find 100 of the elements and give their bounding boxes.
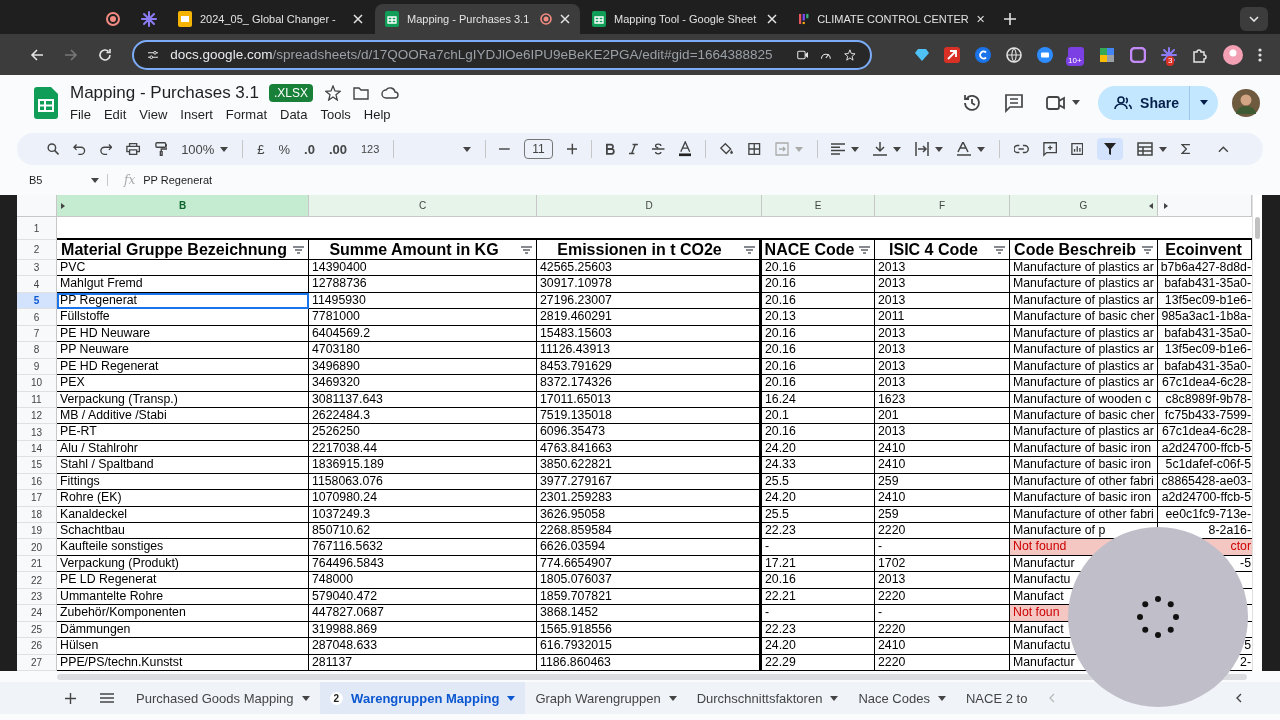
sheet-tab[interactable]: Graph Warengruppen xyxy=(525,682,687,714)
name-box[interactable]: B5 xyxy=(29,174,108,186)
row-number[interactable]: 24 xyxy=(17,605,57,622)
back-icon[interactable] xyxy=(30,47,44,62)
sheets-logo-icon[interactable] xyxy=(34,86,58,119)
sheet-tab[interactable]: Purchased Goods Mapping xyxy=(126,682,320,714)
close-icon[interactable] xyxy=(767,14,777,24)
font-size-field[interactable]: 11 xyxy=(524,139,553,159)
browser-tab[interactable]: Mapping - Purchases 3.1 xyxy=(375,4,580,34)
tab-search-button[interactable] xyxy=(1240,7,1268,31)
search-icon[interactable] xyxy=(47,142,60,156)
browser-tab[interactable]: Mapping Tool - Google Sheet xyxy=(582,4,787,34)
chat-bubble-icon[interactable] xyxy=(1037,46,1053,63)
expand-columns-icon[interactable] xyxy=(1149,203,1153,209)
menu-item[interactable]: Insert xyxy=(180,107,213,122)
currency-button[interactable]: £ xyxy=(257,141,265,157)
globe-icon[interactable] xyxy=(1006,46,1022,63)
row-number[interactable]: 3 xyxy=(17,260,57,277)
number-format-button[interactable]: 123 xyxy=(361,143,380,155)
star-icon[interactable] xyxy=(844,46,856,63)
fill-color-icon[interactable] xyxy=(719,142,735,156)
add-sheet-icon[interactable] xyxy=(65,692,76,704)
address-field[interactable]: docs.google.com/spreadsheets/d/17QOORa7chLgIYDJlOe6IPU9eBeKE2PGA/edit#gid=1664388825 xyxy=(132,39,872,70)
sheet-tab[interactable]: NACE 2 to xyxy=(955,682,1038,714)
arrow-icon[interactable] xyxy=(944,46,960,63)
column-header[interactable]: B xyxy=(57,195,309,217)
expand-columns-icon[interactable] xyxy=(61,203,65,209)
column-header[interactable]: F xyxy=(875,195,1010,217)
avatar-icon[interactable] xyxy=(1223,44,1243,65)
menu-item[interactable]: File xyxy=(70,107,91,122)
bold-icon[interactable] xyxy=(606,143,616,155)
chart-icon[interactable] xyxy=(1070,142,1084,156)
strikethrough-icon[interactable] xyxy=(652,143,665,155)
filter-icon[interactable] xyxy=(859,245,870,254)
italic-icon[interactable] xyxy=(629,143,639,155)
increase-decimal-button[interactable]: .00 xyxy=(328,141,347,157)
row-number[interactable]: 15 xyxy=(17,457,57,474)
expand-columns-icon[interactable] xyxy=(1164,202,1168,209)
filter-icon[interactable] xyxy=(293,245,304,254)
row-number[interactable]: 13 xyxy=(17,424,57,441)
cloud-icon[interactable] xyxy=(381,86,400,100)
history-icon[interactable] xyxy=(962,92,983,113)
collapse-icon[interactable] xyxy=(1218,145,1229,153)
menu-item[interactable]: View xyxy=(139,107,168,122)
row-number[interactable]: 8 xyxy=(17,342,57,359)
paint-format-icon[interactable] xyxy=(154,141,168,157)
menu-item[interactable]: Data xyxy=(280,107,308,122)
collapse-panel-icon[interactable] xyxy=(1236,693,1242,703)
row-number[interactable]: 26 xyxy=(17,638,57,655)
menu-item[interactable]: Format xyxy=(225,107,267,122)
avatar-icon[interactable] xyxy=(1232,88,1260,117)
row-number[interactable]: 2 xyxy=(17,240,57,260)
menu-item[interactable]: Tools xyxy=(320,107,351,122)
folder-icon[interactable] xyxy=(353,86,370,100)
filter-icon[interactable] xyxy=(521,245,532,254)
new-tab-icon[interactable] xyxy=(1004,13,1016,25)
row-number[interactable]: 17 xyxy=(17,490,57,507)
scrollbar-thumb[interactable] xyxy=(1255,217,1260,239)
row-number[interactable]: 20 xyxy=(17,539,57,556)
filter-icon[interactable] xyxy=(994,245,1005,254)
column-header[interactable]: D xyxy=(537,195,762,217)
zoom-dropdown[interactable]: 100% xyxy=(181,141,229,157)
sheet-tab[interactable]: 2 Warengruppen Mapping xyxy=(319,682,526,714)
column-header[interactable]: E xyxy=(762,195,875,217)
menu-icon[interactable] xyxy=(100,693,114,703)
row-number[interactable]: 10 xyxy=(17,375,57,392)
camera-icon[interactable] xyxy=(796,48,809,61)
extension-button[interactable]: 10+ xyxy=(1068,46,1084,63)
print-icon[interactable] xyxy=(126,142,141,156)
percent-button[interactable]: % xyxy=(278,141,291,157)
row-number[interactable]: 1 xyxy=(17,217,57,240)
close-icon[interactable] xyxy=(560,14,570,24)
extension-button[interactable]: 3 xyxy=(1161,46,1177,63)
diamond-icon[interactable] xyxy=(915,47,929,62)
undo-icon[interactable] xyxy=(73,143,86,155)
add-comment-icon[interactable] xyxy=(1042,141,1057,157)
more-icon[interactable] xyxy=(1258,47,1262,62)
browser-tab[interactable]: CLIMATE CONTROL CENTER xyxy=(789,4,994,34)
forward-icon[interactable] xyxy=(64,47,78,62)
ring-icon[interactable] xyxy=(1130,46,1146,63)
filter-icon[interactable] xyxy=(1142,245,1153,254)
puzzle-cube-icon[interactable] xyxy=(1099,46,1115,63)
document-title[interactable]: Mapping - Purchases 3.1 xyxy=(70,83,259,103)
reload-icon[interactable] xyxy=(98,47,112,62)
meet-button[interactable] xyxy=(1046,95,1081,110)
filter-button[interactable] xyxy=(1097,138,1124,160)
vertical-align-dropdown[interactable] xyxy=(873,142,902,156)
comment-icon[interactable] xyxy=(1004,92,1025,113)
menu-item[interactable]: Help xyxy=(363,107,391,122)
puzzle-icon[interactable] xyxy=(1192,46,1208,63)
column-header[interactable]: C xyxy=(309,195,537,217)
circle-c-icon[interactable] xyxy=(975,46,991,63)
sheet-tab[interactable]: Durchschnittsfaktoren xyxy=(686,682,849,714)
redo-icon[interactable] xyxy=(99,143,113,155)
menu-item[interactable]: Edit xyxy=(103,107,127,122)
browser-tab[interactable]: 2024_05_ Global Changer - xyxy=(168,4,373,34)
site-settings-icon[interactable] xyxy=(148,48,159,61)
minus-icon[interactable] xyxy=(499,148,511,150)
text-color-icon[interactable] xyxy=(678,141,691,157)
text-rotation-dropdown[interactable] xyxy=(957,142,986,156)
